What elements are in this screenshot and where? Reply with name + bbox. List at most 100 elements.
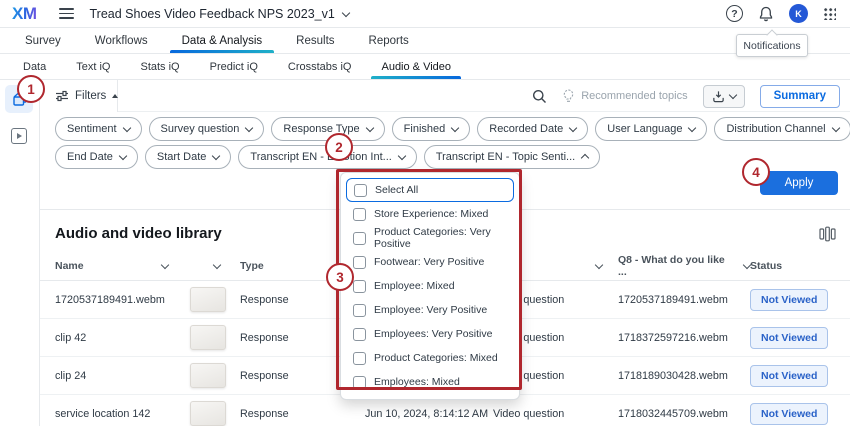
column-header-thumbnail[interactable] bbox=[190, 264, 240, 268]
play-icon bbox=[17, 133, 22, 139]
checkbox[interactable] bbox=[353, 352, 366, 365]
top-right-icons: ? K bbox=[726, 4, 836, 23]
video-thumbnail[interactable] bbox=[190, 363, 226, 388]
dropdown-option[interactable]: Footwear: Very Positive bbox=[346, 250, 514, 274]
column-header-name[interactable]: Name bbox=[55, 260, 190, 272]
file-name: clip 24 bbox=[55, 370, 190, 382]
tab-stats-iq[interactable]: Stats iQ bbox=[125, 54, 194, 79]
avatar[interactable]: K bbox=[789, 4, 808, 23]
summary-button[interactable]: Summary bbox=[760, 85, 840, 108]
checkbox[interactable] bbox=[354, 184, 367, 197]
tab-text-iq[interactable]: Text iQ bbox=[61, 54, 125, 79]
video-thumbnail[interactable] bbox=[190, 287, 226, 312]
tab-crosstabs-iq[interactable]: Crosstabs iQ bbox=[273, 54, 367, 79]
caret-up-icon bbox=[112, 94, 118, 98]
file-name: 1720537189491.webm bbox=[55, 294, 190, 306]
checkbox[interactable] bbox=[353, 304, 366, 317]
tab-data-analysis[interactable]: Data & Analysis bbox=[165, 28, 280, 53]
apply-button[interactable]: Apply bbox=[760, 171, 838, 195]
filter-chip-survey-question[interactable]: Survey question bbox=[149, 117, 265, 141]
sidebar-item-video-player[interactable] bbox=[11, 128, 27, 144]
annotation-step-3: 3 bbox=[326, 263, 354, 291]
annotation-step-2: 2 bbox=[325, 133, 353, 161]
option-label: Product Categories: Very Positive bbox=[374, 226, 507, 250]
annotation-step-1: 1 bbox=[17, 75, 45, 103]
filter-chip-start-date[interactable]: Start Date bbox=[145, 145, 232, 169]
dropdown-option[interactable]: Product Categories: Very Positive bbox=[346, 226, 514, 250]
filter-chip-distribution-channel[interactable]: Distribution Channel bbox=[714, 117, 850, 141]
dropdown-option[interactable]: Employees: Mixed bbox=[346, 370, 514, 394]
tab-results[interactable]: Results bbox=[279, 28, 351, 53]
bell-icon[interactable] bbox=[758, 6, 774, 22]
secondary-nav: Data Text iQ Stats iQ Predict iQ Crossta… bbox=[0, 54, 850, 80]
dropdown-option-select-all[interactable]: Select All bbox=[346, 178, 514, 202]
dropdown-option[interactable]: Store Experience: Mixed bbox=[346, 202, 514, 226]
filters-button[interactable]: Filters bbox=[55, 90, 118, 102]
export-button[interactable] bbox=[703, 85, 745, 108]
app-window: XM Tread Shoes Video Feedback NPS 2023_v… bbox=[0, 0, 850, 426]
checkbox[interactable] bbox=[353, 232, 366, 245]
chevron-down-icon bbox=[119, 152, 127, 160]
option-label: Select All bbox=[375, 184, 418, 196]
checkbox[interactable] bbox=[353, 256, 366, 269]
page-title: Audio and video library bbox=[55, 225, 222, 242]
annotation-step-4: 4 bbox=[742, 158, 770, 186]
sliders-icon bbox=[55, 90, 69, 102]
hamburger-menu-icon[interactable] bbox=[59, 8, 74, 19]
option-label: Store Experience: Mixed bbox=[374, 208, 488, 220]
q8-cell: 1718189030428.webm bbox=[618, 370, 750, 382]
checkbox[interactable] bbox=[353, 280, 366, 293]
filter-chip-recorded-date[interactable]: Recorded Date bbox=[477, 117, 588, 141]
checkbox[interactable] bbox=[353, 376, 366, 389]
app-grid-icon[interactable] bbox=[823, 7, 836, 20]
chevron-up-icon bbox=[581, 154, 589, 162]
columns-icon bbox=[819, 226, 836, 242]
column-header-q8[interactable]: Q8 - What do you like ... bbox=[618, 254, 750, 278]
dropdown-option[interactable]: Product Categories: Mixed bbox=[346, 346, 514, 370]
search-icon[interactable] bbox=[532, 89, 547, 104]
xm-logo: XM bbox=[12, 4, 37, 24]
help-icon[interactable]: ? bbox=[726, 5, 743, 22]
dropdown-option[interactable]: Employees: Very Positive bbox=[346, 322, 514, 346]
chevron-down-icon bbox=[212, 152, 220, 160]
checkbox[interactable] bbox=[353, 328, 366, 341]
q8-cell: 1720537189491.webm bbox=[618, 294, 750, 306]
topic-sentiment-dropdown: Select All Store Experience: Mixed Produ… bbox=[340, 172, 520, 400]
option-label: Employees: Very Positive bbox=[374, 328, 492, 340]
project-title-dropdown[interactable]: Tread Shoes Video Feedback NPS 2023_v1 bbox=[90, 7, 349, 21]
video-thumbnail[interactable] bbox=[190, 401, 226, 426]
filter-chip-finished[interactable]: Finished bbox=[392, 117, 471, 141]
chevron-down-icon bbox=[728, 91, 736, 99]
option-label: Employee: Very Positive bbox=[374, 304, 487, 316]
file-name: clip 42 bbox=[55, 332, 190, 344]
status-badge: Not Viewed bbox=[750, 289, 828, 311]
notifications-tooltip: Notifications bbox=[736, 34, 808, 57]
export-icon bbox=[712, 90, 725, 103]
chevron-down-icon bbox=[398, 152, 406, 160]
filter-chip-end-date[interactable]: End Date bbox=[55, 145, 138, 169]
tab-predict-iq[interactable]: Predict iQ bbox=[195, 54, 273, 79]
video-thumbnail[interactable] bbox=[190, 325, 226, 350]
filter-chip-topic-sentiment[interactable]: Transcript EN - Topic Senti... bbox=[424, 145, 600, 169]
chevron-down-icon bbox=[831, 124, 839, 132]
q8-cell: 1718372597216.webm bbox=[618, 332, 750, 344]
q8-cell: 1718032445709.webm bbox=[618, 408, 750, 420]
recommended-topics-button[interactable]: Recommended topics bbox=[562, 89, 687, 103]
tab-audio-video[interactable]: Audio & Video bbox=[366, 54, 466, 79]
tab-reports[interactable]: Reports bbox=[352, 28, 426, 53]
tab-survey[interactable]: Survey bbox=[8, 28, 78, 53]
checkbox[interactable] bbox=[353, 208, 366, 221]
chevron-down-icon bbox=[688, 124, 696, 132]
dropdown-option[interactable]: Employee: Very Positive bbox=[346, 298, 514, 322]
column-settings-button[interactable] bbox=[819, 226, 836, 242]
tab-workflows[interactable]: Workflows bbox=[78, 28, 165, 53]
option-label: Footwear: Very Positive bbox=[374, 256, 484, 268]
dropdown-option[interactable]: Employee: Mixed bbox=[346, 274, 514, 298]
chevron-down-icon bbox=[569, 124, 577, 132]
filter-chip-sentiment[interactable]: Sentiment bbox=[55, 117, 142, 141]
toolbar: Filters Recommended topics bbox=[40, 80, 850, 112]
column-header-status[interactable]: Status bbox=[750, 260, 850, 272]
filter-chip-user-language[interactable]: User Language bbox=[595, 117, 707, 141]
sort-chevron-icon bbox=[161, 260, 169, 268]
file-name: service location 142 bbox=[55, 408, 190, 420]
